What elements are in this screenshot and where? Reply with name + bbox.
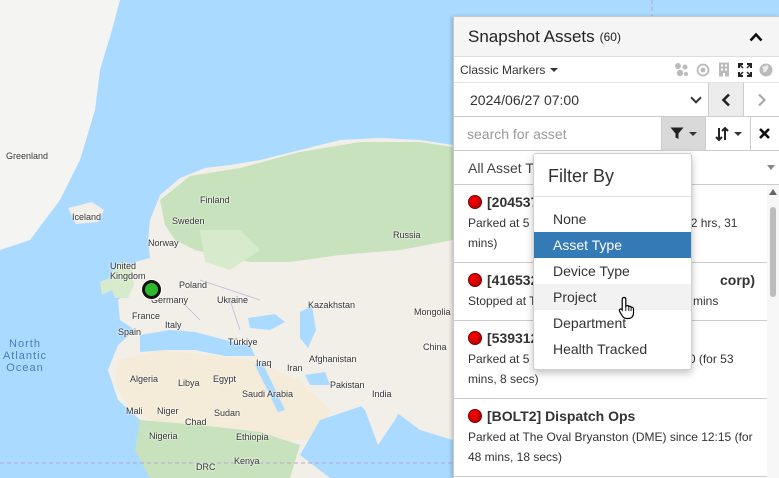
panel-title: Snapshot Assets xyxy=(468,26,595,46)
date-row: 2024/06/27 07:00 xyxy=(454,83,779,117)
scroll-up-icon[interactable] xyxy=(769,189,777,195)
map-label-france: France xyxy=(132,311,161,321)
map-label-drc: DRC xyxy=(196,462,216,472)
marker-style-label: Classic Markers xyxy=(460,62,546,77)
asset-name-tail: corp) xyxy=(720,272,755,288)
globe-icon[interactable] xyxy=(758,62,773,77)
map-label-norway: Norway xyxy=(148,238,179,248)
map-label-iraq: Iraq xyxy=(256,358,272,368)
close-icon xyxy=(759,128,771,139)
asset-name: [416532 xyxy=(487,272,539,288)
caret-down-icon xyxy=(689,131,698,136)
asset-type-value: All Asset T xyxy=(468,159,534,176)
search-row xyxy=(454,117,779,151)
panel-header: Snapshot Assets (60) xyxy=(454,17,779,57)
map-label-afghanistan: Afghanistan xyxy=(309,354,357,364)
filter-icon xyxy=(670,127,684,139)
map-label-china: China xyxy=(423,342,447,352)
map-label-russia: Russia xyxy=(393,230,421,240)
chevron-up-icon xyxy=(749,32,763,41)
map-label-poland: Poland xyxy=(179,280,208,290)
map-label-chad: Chad xyxy=(185,417,207,427)
building-icon[interactable] xyxy=(716,62,731,77)
caret-down-icon xyxy=(733,131,742,136)
snapshot-date-value: 2024/06/27 07:00 xyxy=(470,91,579,108)
chevron-down-icon xyxy=(690,92,702,104)
filter-option-project[interactable]: Project xyxy=(534,284,691,310)
previous-snapshot-button[interactable] xyxy=(709,83,744,116)
sort-button[interactable] xyxy=(705,117,750,150)
map-label-nigeria: Nigeria xyxy=(149,431,178,441)
map-label-north-atlantic-ocean: North Atlantic Ocean xyxy=(2,338,48,374)
status-red-icon xyxy=(468,195,482,209)
map-label-turkiye: Türkiye xyxy=(228,337,258,347)
asset-name: [539312 xyxy=(487,330,539,346)
snapshot-date-select[interactable]: 2024/06/27 07:00 xyxy=(454,83,709,116)
map-label-pakistan: Pakistan xyxy=(330,380,365,390)
asset-name: [204537 xyxy=(487,194,539,210)
chevron-right-icon xyxy=(757,93,766,106)
hand-cursor-icon xyxy=(618,296,635,320)
caret-down-icon xyxy=(767,165,775,170)
map-label-ukraine: Ukraine xyxy=(217,295,249,305)
list-item[interactable]: [BOLT2] Dispatch Ops Parked at The Oval … xyxy=(454,399,767,477)
map-label-niger: Niger xyxy=(157,406,179,416)
marker-style-dropdown[interactable]: Classic Markers xyxy=(460,62,559,77)
map-label-italy: Italy xyxy=(165,320,182,330)
status-red-icon xyxy=(468,331,482,345)
filter-option-health-tracked[interactable]: Health Tracked xyxy=(534,336,691,362)
fullscreen-icon[interactable] xyxy=(737,62,752,77)
map-label-united-kingdom: United Kingdom xyxy=(110,261,146,281)
filter-option-device-type[interactable]: Device Type xyxy=(534,258,691,284)
map-label-iceland: Iceland xyxy=(72,212,102,222)
filter-by-heading: Filter By xyxy=(534,154,691,197)
chevron-left-icon xyxy=(721,93,730,106)
asset-status-text: Parked at The Oval Bryanston (DME) since… xyxy=(468,430,753,464)
cluster-icon[interactable] xyxy=(674,62,689,77)
status-red-icon xyxy=(468,273,482,287)
map-label-libya: Libya xyxy=(178,378,200,388)
clear-search-button[interactable] xyxy=(749,117,779,150)
status-red-icon xyxy=(468,409,482,423)
asset-map-marker[interactable] xyxy=(142,280,161,299)
map-label-saudi-arabia: Saudi Arabia xyxy=(242,389,294,399)
asset-name: [BOLT2] Dispatch Ops xyxy=(487,408,636,424)
map-label-kazakhstan: Kazakhstan xyxy=(308,300,356,310)
scrollbar-thumb[interactable] xyxy=(770,207,776,297)
map-label-kenya: Kenya xyxy=(234,456,260,466)
filter-option-asset-type[interactable]: Asset Type xyxy=(534,232,691,258)
next-snapshot-button[interactable] xyxy=(744,83,779,116)
filter-button[interactable] xyxy=(661,117,706,150)
map-label-spain: Spain xyxy=(118,327,142,337)
target-icon[interactable] xyxy=(695,62,710,77)
sort-icon xyxy=(714,126,729,141)
marker-toolbar: Classic Markers xyxy=(454,57,779,83)
asset-count: (60) xyxy=(599,29,621,44)
filter-by-dropdown: Filter By None Asset Type Device Type Pr… xyxy=(533,153,692,370)
map-label-egypt: Egypt xyxy=(213,374,237,384)
map-label-algeria: Algeria xyxy=(130,374,159,384)
map-label-sweden: Sweden xyxy=(172,216,205,226)
asset-list-scrollbar[interactable] xyxy=(767,185,779,478)
map-label-mongolia: Mongolia xyxy=(414,307,451,317)
map-label-iran: Iran xyxy=(287,363,303,373)
filter-option-none[interactable]: None xyxy=(534,206,691,232)
caret-down-icon xyxy=(550,67,559,72)
map-label-ethiopia: Ethiopia xyxy=(236,432,269,442)
map-label-sudan: Sudan xyxy=(214,408,241,418)
map-label-india: India xyxy=(372,389,392,399)
asset-search-input[interactable] xyxy=(454,117,661,150)
filter-option-department[interactable]: Department xyxy=(534,310,691,336)
map-label-mali: Mali xyxy=(126,406,143,416)
map-label-finland: Finland xyxy=(200,195,230,205)
collapse-panel-button[interactable] xyxy=(747,30,765,44)
map-label-greenland: Greenland xyxy=(6,151,49,161)
